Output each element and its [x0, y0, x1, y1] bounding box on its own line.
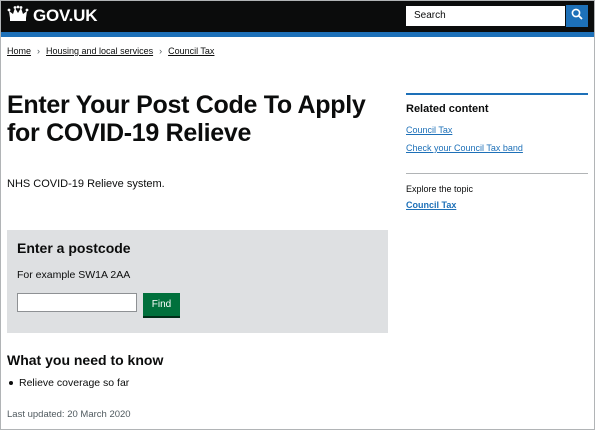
site-header: GOV.UK Search: [1, 1, 594, 32]
postcode-panel: Enter a postcode For example SW1A 2AA Fi…: [7, 230, 388, 333]
crown-icon: [7, 5, 29, 28]
bullet-icon: [9, 381, 13, 385]
explore-topic-link[interactable]: Council Tax: [406, 200, 456, 210]
page-title: Enter Your Post Code To Apply for COVID-…: [7, 91, 366, 147]
search-button[interactable]: [566, 5, 588, 27]
sidebar-top-rule: [406, 93, 588, 95]
govuk-logo-link[interactable]: GOV.UK: [7, 5, 98, 28]
breadcrumb: Home › Housing and local services › Coun…: [7, 46, 214, 56]
need-to-know-heading: What you need to know: [7, 352, 164, 368]
breadcrumb-separator: ›: [37, 46, 41, 56]
lede-text: NHS COVID-19 Relieve system.: [7, 178, 165, 190]
postcode-input[interactable]: [17, 293, 137, 312]
last-updated: Last updated: 20 March 2020: [7, 409, 131, 420]
related-content-heading: Related content: [406, 103, 489, 115]
header-blue-bar: [1, 32, 594, 37]
need-to-know-list: Relieve coverage so far: [7, 377, 129, 389]
list-item-text: Relieve coverage so far: [19, 377, 130, 389]
find-button[interactable]: Find: [143, 293, 180, 316]
related-link-check-band[interactable]: Check your Council Tax band: [406, 143, 523, 153]
postcode-heading: Enter a postcode: [17, 240, 131, 256]
breadcrumb-housing[interactable]: Housing and local services: [46, 46, 153, 56]
breadcrumb-council-tax[interactable]: Council Tax: [168, 46, 214, 56]
logo-text: GOV.UK: [33, 6, 98, 25]
postcode-hint: For example SW1A 2AA: [17, 269, 131, 281]
explore-topic-label: Explore the topic: [406, 184, 474, 194]
breadcrumb-home[interactable]: Home: [7, 46, 31, 56]
search-icon: [571, 7, 583, 25]
sidebar-divider: [406, 173, 588, 174]
breadcrumb-separator: ›: [159, 46, 163, 56]
related-link-council-tax[interactable]: Council Tax: [406, 125, 452, 135]
search-input[interactable]: Search: [405, 5, 566, 27]
list-item: Relieve coverage so far: [7, 377, 129, 389]
